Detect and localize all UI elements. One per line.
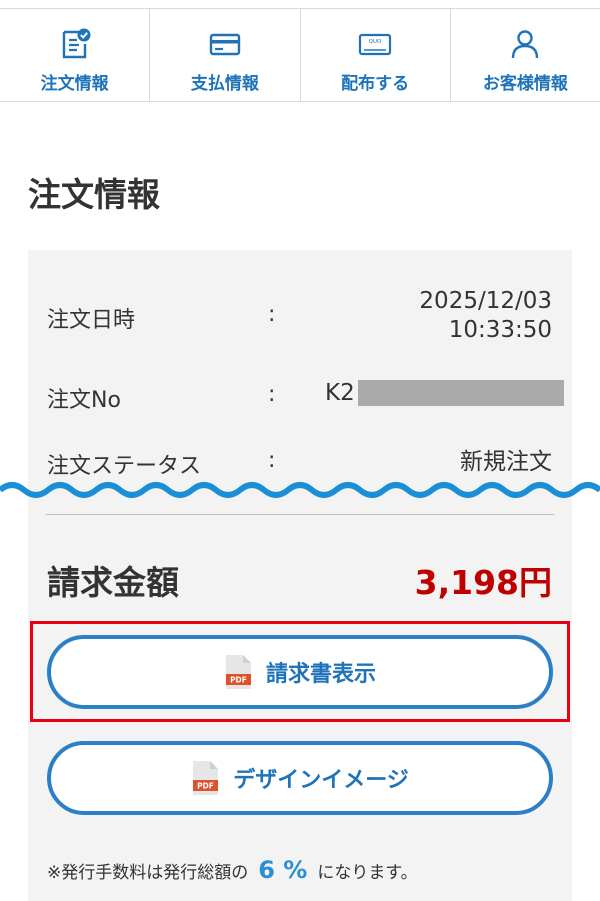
billing-amount-label: 請求金額: [47, 563, 179, 602]
tab-distribute-label: 配布する: [341, 74, 410, 94]
order-date-value: 2025/12/03 10:33:50: [419, 287, 552, 345]
billing-amount-value: 3,198円: [414, 563, 552, 602]
tab-order-info-label: 注文情報: [40, 74, 109, 94]
user-icon: [512, 30, 539, 59]
fee-note-prefix: ※発行手数料は発行総額の: [47, 863, 249, 883]
tab-customer-info-label: お客様情報: [482, 74, 568, 94]
order-no-label: 注文No: [47, 388, 121, 413]
design-image-button[interactable]: PDF デザインイメージ: [47, 741, 553, 815]
order-doc-icon: [62, 28, 91, 59]
tab-payment-info[interactable]: 支払情報: [150, 9, 301, 101]
order-date-label: 注文日時: [47, 308, 136, 333]
order-no-colon: :: [268, 382, 276, 407]
order-no-prefix: K2: [325, 380, 355, 406]
pdf-badge-text: PDF: [230, 676, 247, 685]
pdf-icon: PDF: [193, 761, 219, 795]
pdf-icon: PDF: [225, 655, 251, 689]
fee-percent: 6 %: [258, 856, 308, 884]
wavy-cut-line: [0, 482, 600, 498]
design-image-label: デザインイメージ: [233, 768, 409, 793]
order-date-value-time: 10:33:50: [448, 317, 552, 343]
show-invoice-button[interactable]: PDF 請求書表示: [47, 635, 553, 709]
section-divider: [46, 514, 554, 515]
show-invoice-label: 請求書表示: [265, 662, 376, 687]
order-no-value: K2: [325, 380, 564, 406]
fee-note-suffix: になります。: [317, 863, 418, 883]
order-date-value-date: 2025/12/03: [419, 288, 552, 314]
tab-customer-info[interactable]: お客様情報: [451, 9, 600, 101]
pdf-badge-text: PDF: [197, 782, 214, 791]
order-no-redaction: [357, 380, 564, 406]
tab-payment-info-label: 支払情報: [190, 74, 259, 94]
order-status-value: 新規注文: [460, 449, 552, 475]
quo-card-icon: QUO: [359, 33, 392, 56]
svg-text:QUO: QUO: [369, 39, 382, 45]
order-date-colon: :: [268, 302, 276, 327]
page-title: 注文情報: [28, 175, 160, 214]
tab-distribute[interactable]: QUO 配布する: [301, 9, 451, 101]
credit-card-icon: [209, 33, 241, 56]
issuance-fee-note: ※発行手数料は発行総額の 6 % になります。: [47, 856, 418, 884]
tab-order-info[interactable]: 注文情報: [0, 9, 151, 101]
order-status-colon: :: [268, 448, 276, 473]
top-tab-bar: 注文情報 支払情報 QUO 配布する お客様情報: [0, 8, 600, 102]
